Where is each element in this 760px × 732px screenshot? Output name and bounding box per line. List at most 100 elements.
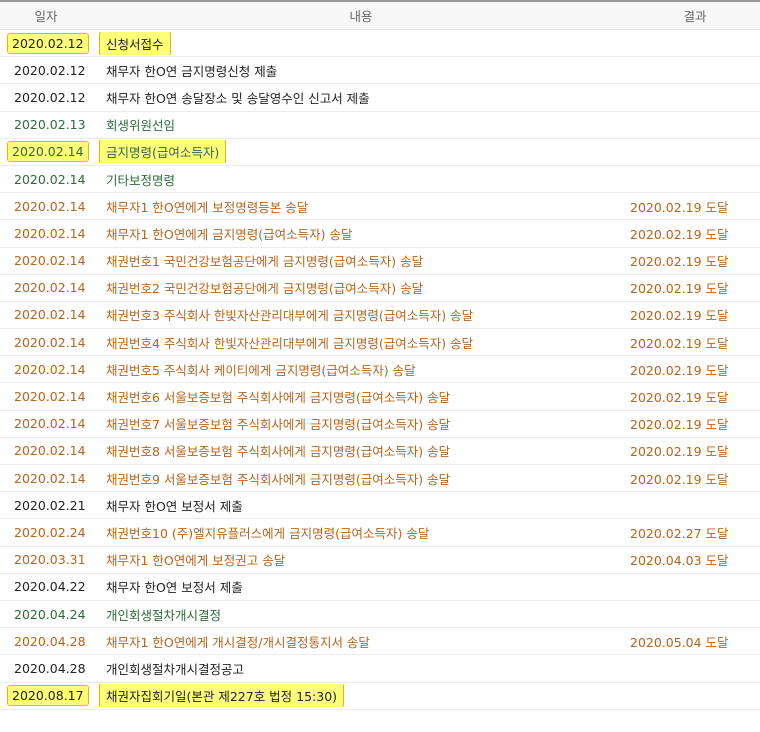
header-result: 결과: [683, 9, 707, 24]
row-result: 2020.02.19 도달: [630, 281, 729, 297]
row-content-text: 채권번호9 서울보증보험 주식회사에게 금지명령(급여소득자) 송달: [106, 471, 451, 487]
row-date: 2020.02.14: [0, 389, 92, 404]
row-date: 2020.02.21: [0, 498, 92, 513]
row-date-text: 2020.04.24: [14, 606, 86, 622]
row-content: 채권번호2 국민건강보험공단에게 금지명령(급여소득자) 송달: [92, 278, 630, 297]
row-date: 2020.02.14: [0, 253, 92, 268]
row-content-text: 채권자집회기일(본관 제227호 법정 15:30): [98, 684, 345, 708]
row-date: 2020.02.24: [0, 525, 92, 540]
table-row: 2020.02.14 채권번호2 국민건강보험공단에게 금지명령(급여소득자) 송…: [0, 275, 760, 302]
row-content: 채무자1 한O연에게 보정권고 송달: [92, 550, 630, 569]
row-date: 2020.02.14: [0, 199, 92, 214]
row-content-text: 회생위원선임: [106, 118, 176, 134]
row-content-text: 채권번호10 (주)엘지유플러스에게 금지명령(급여소득자) 송달: [106, 525, 430, 541]
row-content: 채무자 한O연 보정서 제출: [92, 496, 630, 515]
table-row: 2020.08.17 채권자집회기일(본관 제227호 법정 15:30): [0, 683, 760, 710]
row-date-text: 2020.02.14: [14, 198, 86, 214]
row-content: 채무자 한O연 금지명령신청 제출: [92, 61, 630, 80]
row-content-text: 채무자1 한O연에게 개시결정/개시결정통지서 송달: [106, 634, 370, 650]
row-content-text: 금지명령(급여소득자): [98, 140, 227, 164]
row-result: 2020.04.03 도달: [630, 553, 729, 569]
row-date: 2020.04.28: [0, 634, 92, 649]
row-content: 채권번호5 주식회사 케이티에게 금지명령(급여소득자) 송달: [92, 360, 630, 379]
row-date-text: 2020.02.14: [7, 141, 89, 163]
table-row: 2020.02.12 채무자 한O연 금지명령신청 제출: [0, 57, 760, 85]
case-progress-table: 일자 내용 결과 2020.02.12 신청서접수 2020.02.12 채무자 한O…: [0, 0, 760, 710]
row-date: 2020.04.28: [0, 661, 92, 676]
row-content-text: 개인회생절차개시결정공고: [106, 661, 245, 677]
row-content: 채권번호9 서울보증보험 주식회사에게 금지명령(급여소득자) 송달: [92, 469, 630, 488]
row-content-text: 채권번호3 주식회사 한빛자산관리대부에게 금지명령(급여소득자) 송달: [106, 308, 474, 324]
row-date: 2020.02.12: [0, 32, 92, 54]
row-result: 2020.02.19 도달: [630, 444, 729, 460]
row-content-text: 채무자 한O연 보정서 제출: [106, 498, 243, 514]
table-row: 2020.04.22 채무자 한O연 보정서 제출: [0, 574, 760, 601]
row-result: 2020.02.19 도달: [630, 199, 729, 215]
row-content-text: 기타보정명령: [106, 172, 176, 188]
row-result: 2020.02.27 도달: [630, 525, 729, 541]
table-row: 2020.02.24 채권번호10 (주)엘지유플러스에게 금지명령(급여소득자)…: [0, 519, 760, 547]
row-content-text: 신청서접수: [99, 31, 171, 55]
row-date: 2020.02.14: [0, 335, 92, 350]
row-result: 2020.02.19 도달: [630, 417, 729, 433]
table-row: 2020.02.14 채권번호5 주식회사 케이티에게 금지명령(급여소득자) 송…: [0, 356, 760, 384]
table-row: 2020.02.14 채권번호4 주식회사 한빛자산관리대부에게 금지명령(급여소…: [0, 329, 760, 357]
table-row: 2020.02.12 채무자 한O연 송달장소 및 송달영수인 신고서 제출: [0, 84, 760, 112]
table-row: 2020.02.14 금지명령(급여소득자): [0, 139, 760, 166]
row-result: 2020.02.19 도달: [630, 390, 729, 406]
row-content: 채권번호7 서울보증보험 주식회사에게 금지명령(급여소득자) 송달: [92, 414, 630, 433]
table-row: 2020.02.14 채권번호6 서울보증보험 주식회사에게 금지명령(급여소득자…: [0, 383, 760, 411]
row-content-text: 채권번호1 국민건강보험공단에게 금지명령(급여소득자) 송달: [106, 254, 424, 270]
table-body: 2020.02.12 신청서접수 2020.02.12 채무자 한O연 금지명령신청 …: [0, 30, 760, 710]
row-date: 2020.02.14: [0, 416, 92, 431]
table-row: 2020.02.14 채권번호8 서울보증보험 주식회사에게 금지명령(급여소득자…: [0, 438, 760, 465]
row-result: 2020.02.19 도달: [630, 226, 729, 242]
row-date-text: 2020.02.14: [14, 416, 86, 432]
row-date-text: 2020.02.14: [14, 470, 86, 486]
row-date-text: 2020.02.14: [14, 280, 86, 296]
row-content-text: 채무자 한O연 금지명령신청 제출: [106, 63, 278, 79]
row-content: 채무자 한O연 송달장소 및 송달영수인 신고서 제출: [92, 88, 630, 107]
row-content: 금지명령(급여소득자): [92, 140, 630, 164]
row-content-text: 채무자 한O연 송달장소 및 송달영수인 신고서 제출: [106, 90, 370, 106]
table-row: 2020.04.28 채무자1 한O연에게 개시결정/개시결정통지서 송달 2020…: [0, 628, 760, 656]
row-content: 채무자1 한O연에게 보정명령등본 송달: [92, 197, 630, 216]
row-content: 채권자집회기일(본관 제227호 법정 15:30): [92, 684, 630, 708]
row-content-text: 채무자 한O연 보정서 제출: [106, 580, 243, 596]
row-content-text: 채권번호5 주식회사 케이티에게 금지명령(급여소득자) 송달: [106, 362, 416, 378]
row-date: 2020.08.17: [0, 685, 92, 707]
row-date: 2020.02.14: [0, 172, 92, 187]
table-row: 2020.02.14 채권번호9 서울보증보험 주식회사에게 금지명령(급여소득자…: [0, 465, 760, 493]
header-date: 일자: [34, 9, 58, 24]
table-row: 2020.02.14 채무자1 한O연에게 보정명령등본 송달 2020.02.19…: [0, 193, 760, 221]
row-date: 2020.03.31: [0, 552, 92, 567]
row-content: 채권번호8 서울보증보험 주식회사에게 금지명령(급여소득자) 송달: [92, 441, 630, 460]
row-date: 2020.04.24: [0, 607, 92, 622]
row-content: 신청서접수: [92, 31, 630, 55]
row-date-text: 2020.02.12: [7, 32, 89, 54]
row-date-text: 2020.04.28: [14, 660, 86, 676]
row-date-text: 2020.02.12: [14, 89, 86, 105]
row-date-text: 2020.02.14: [14, 253, 86, 269]
row-content: 채무자1 한O연에게 개시결정/개시결정통지서 송달: [92, 632, 630, 651]
row-date-text: 2020.02.14: [14, 171, 86, 187]
row-content: 채무자 한O연 보정서 제출: [92, 577, 630, 596]
row-content: 기타보정명령: [92, 170, 630, 189]
row-content: 개인회생절차개시결정: [92, 605, 630, 624]
row-date: 2020.02.14: [0, 443, 92, 458]
row-date-text: 2020.02.12: [14, 62, 86, 78]
row-content: 채권번호4 주식회사 한빛자산관리대부에게 금지명령(급여소득자) 송달: [92, 333, 630, 352]
row-content-text: 개인회생절차개시결정: [106, 607, 222, 623]
table-row: 2020.02.14 채권번호1 국민건강보험공단에게 금지명령(급여소득자) 송…: [0, 248, 760, 275]
table-row: 2020.04.24 개인회생절차개시결정: [0, 601, 760, 629]
row-date: 2020.02.14: [0, 141, 92, 163]
table-row: 2020.02.12 신청서접수: [0, 30, 760, 58]
row-result: 2020.05.04 도달: [630, 634, 729, 650]
row-date-text: 2020.02.21: [14, 497, 86, 513]
row-content-text: 채권번호8 서울보증보험 주식회사에게 금지명령(급여소득자) 송달: [106, 444, 451, 460]
row-content-text: 채권번호6 서울보증보험 주식회사에게 금지명령(급여소득자) 송달: [106, 390, 451, 406]
table-row: 2020.02.14 채무자1 한O연에게 금지명령(급여소득자) 송달 2020.…: [0, 220, 760, 248]
row-content-text: 채권번호7 서울보증보험 주식회사에게 금지명령(급여소득자) 송달: [106, 417, 451, 433]
row-date: 2020.02.14: [0, 362, 92, 377]
row-date-text: 2020.02.14: [14, 334, 86, 350]
